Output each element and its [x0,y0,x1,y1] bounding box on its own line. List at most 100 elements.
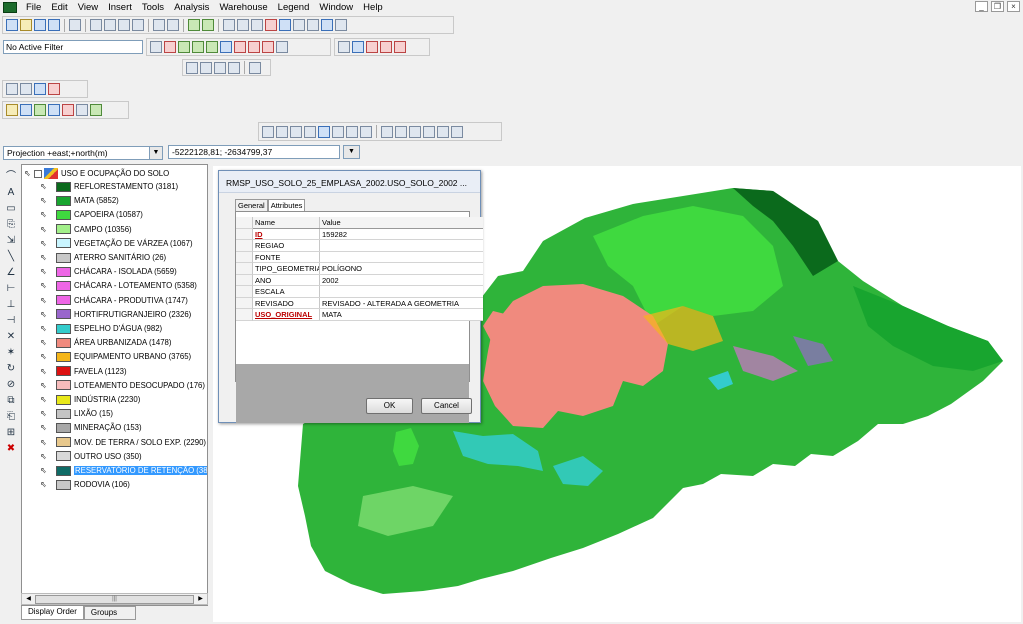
info-table-icon[interactable] [366,41,378,53]
scroll-thumb[interactable]: ||| [35,595,194,604]
filter-field[interactable]: No Active Filter [3,40,143,54]
draw-perp-icon[interactable] [360,125,372,138]
pan-icon[interactable] [223,19,235,31]
table-row[interactable]: ANO 2002 [253,274,483,286]
cross-icon[interactable]: ✕ [5,330,18,343]
select-layer-icon[interactable] [206,41,218,53]
layout-icon[interactable] [249,61,261,74]
menu-view[interactable]: View [73,2,103,13]
tab-general[interactable]: General [235,199,268,211]
table-icon[interactable] [48,104,60,116]
draw-text-icon[interactable] [318,125,330,138]
label-icon[interactable] [76,104,88,116]
tab-display-order[interactable]: Display Order [21,606,84,620]
select-line-icon[interactable] [276,41,288,53]
edit-icon[interactable] [6,104,18,116]
draw-point-icon[interactable] [437,125,449,138]
table-row[interactable]: ESCALA [253,286,483,298]
legend-item[interactable]: ⇖ CHÁCARA - PRODUTIVA (1747) [22,294,188,307]
legend-item[interactable]: ⇖ MOV. DE TERRA / SOLO EXP. (2290) [22,436,206,449]
snap-icon[interactable]: ✶ [5,346,18,359]
refresh-icon[interactable] [321,19,333,31]
legend-item[interactable]: ⇖ LOTEAMENTO DESOCUPADO (176) [22,379,205,392]
menu-legend[interactable]: Legend [273,2,315,13]
open-icon[interactable] [20,19,32,31]
expand-icon[interactable] [34,169,42,178]
table-row[interactable]: FONTE [253,251,483,263]
legend-item[interactable]: ⇖ CHÁCARA - LOTEAMENTO (5358) [22,279,197,292]
draw-line-icon[interactable] [276,125,288,138]
field-value[interactable] [320,286,483,297]
legend-item[interactable]: ⇖ MINERAÇÃO (153) [22,421,142,434]
menu-file[interactable]: File [21,2,46,13]
select-clear-icon[interactable] [150,41,162,53]
legend-item[interactable]: ⇖ OUTRO USO (350) [22,450,142,463]
delete-icon[interactable]: ✖ [5,442,18,455]
align-icon[interactable] [214,61,226,74]
select-box-icon[interactable] [220,41,232,53]
legend-item[interactable]: ⇖ CHÁCARA - ISOLADA (5659) [22,265,177,278]
legend-item[interactable]: ⇖ MATA (5852) [22,194,119,207]
topology-icon[interactable] [34,83,46,95]
text-icon[interactable]: A [5,186,18,199]
node-icon[interactable] [6,83,18,95]
chevron-down-icon[interactable]: ▼ [343,145,360,159]
copy-icon[interactable]: ⧉ [5,394,18,407]
save-icon[interactable] [34,19,46,31]
legend-item[interactable]: ⇖ CAMPO (10356) [22,223,132,236]
attach-icon[interactable]: ⎘ [5,218,18,231]
paste-icon[interactable]: ⎗ [5,410,18,423]
image-icon[interactable] [90,104,102,116]
legend-item[interactable]: ⇖ CAPOEIRA (10587) [22,208,143,221]
layer-add-icon[interactable] [188,19,200,31]
no-entry-icon[interactable]: ⊘ [5,378,18,391]
field-value[interactable]: MATA [320,309,483,320]
style-icon[interactable] [62,104,74,116]
field-value[interactable]: 159282 [320,229,483,240]
cut-icon[interactable] [90,19,102,31]
join-icon[interactable]: ⊢ [5,282,18,295]
table-row[interactable]: REGIAO [253,240,483,252]
distribute-icon[interactable] [228,61,240,74]
copy-icon[interactable] [104,19,116,31]
draw-arrow-icon[interactable] [332,125,344,138]
legend-title-row[interactable]: ⇖ USO E OCUPAÇÃO DO SOLO [22,167,169,180]
table-row[interactable]: TIPO_GEOMETRIA POLÍGONO [253,263,483,275]
field-value[interactable]: POLÍGONO [320,263,483,274]
draw-tangent-icon[interactable] [304,125,316,138]
legend-item[interactable]: ⇖ HORTIFRUTIGRANJEIRO (2326) [22,308,191,321]
grid2-icon[interactable] [200,61,212,74]
zoom-in-icon[interactable] [237,19,249,31]
field-value[interactable] [320,252,483,263]
menu-tools[interactable]: Tools [137,2,169,13]
legend-item[interactable]: ⇖ REFLORESTAMENTO (3181) [22,180,178,193]
select-icon[interactable] [164,41,176,53]
line-icon[interactable]: ╲ [5,250,18,263]
menu-insert[interactable]: Insert [103,2,137,13]
edit-shape-icon[interactable] [48,83,60,95]
menu-window[interactable]: Window [314,2,358,13]
menu-edit[interactable]: Edit [46,2,72,13]
legend-item[interactable]: ⇖ LIXÃO (15) [22,407,113,420]
select-poly-icon[interactable] [248,41,260,53]
draw-split-icon[interactable] [346,125,358,138]
legend-item[interactable]: ⇖ FAVELA (1123) [22,365,127,378]
scroll-left-icon[interactable]: ◀ [23,595,34,604]
legend-item[interactable]: ⇖ EQUIPAMENTO URBANO (3765) [22,350,191,363]
new-feature-icon[interactable] [20,104,32,116]
measure-icon[interactable] [335,19,347,31]
zoom-window-icon[interactable] [279,19,291,31]
vertex-icon[interactable] [20,83,32,95]
tab-groups[interactable]: Groups [83,606,136,620]
draw-circle-icon[interactable] [423,125,435,138]
menu-help[interactable]: Help [358,2,388,13]
projection-select[interactable]: Projection +east;+north(m) [3,146,151,160]
select-all-icon[interactable] [192,41,204,53]
redo-icon[interactable] [167,19,179,31]
table-row[interactable]: USO_ORIGINAL MATA [253,309,483,321]
zoom-next-icon[interactable] [307,19,319,31]
select-circle-icon[interactable] [262,41,274,53]
menu-warehouse[interactable]: Warehouse [214,2,272,13]
legend-item[interactable]: ⇖ ÁREA URBANIZADA (1478) [22,336,172,349]
minimize-icon[interactable]: _ [975,1,988,12]
